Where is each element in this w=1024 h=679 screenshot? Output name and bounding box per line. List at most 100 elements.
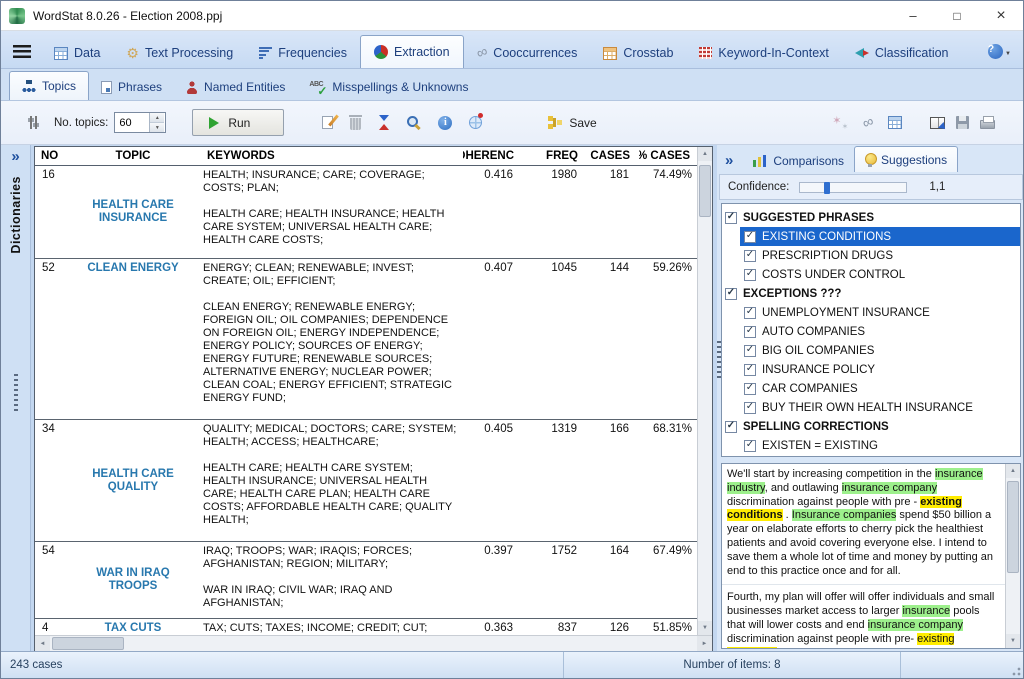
checkbox[interactable] [725, 212, 737, 224]
scroll-left-icon[interactable]: ◄ [35, 636, 50, 651]
edit-icon[interactable] [322, 116, 333, 129]
collapse-icon[interactable] [11, 148, 19, 166]
hamburger-icon[interactable] [13, 45, 31, 58]
tree-item-buy-their-own-health-insurance[interactable]: BUY THEIR OWN HEALTH INSURANCE [740, 398, 1020, 417]
column-header-cases[interactable]: % CASES [639, 150, 699, 162]
tree-item-suggested-phrases[interactable]: SUGGESTED PHRASES [722, 208, 1020, 227]
info-icon[interactable] [438, 116, 452, 130]
checkbox[interactable] [744, 383, 756, 395]
tree-item-big-oil-companies[interactable]: BIG OIL COMPANIES [740, 341, 1020, 360]
splitter-handle[interactable] [717, 341, 721, 379]
subtab-phrases[interactable]: Phrases [89, 74, 174, 100]
subtab-named-entities[interactable]: Named Entities [174, 74, 297, 100]
column-header-cases[interactable]: CASES [587, 150, 639, 162]
tab-extraction[interactable]: Extraction [360, 35, 464, 68]
search-document-icon[interactable] [407, 116, 421, 130]
table-vertical-scrollbar[interactable]: ▲ ▼ [697, 147, 712, 635]
tree-item-exceptions[interactable]: EXCEPTIONS ??? [722, 284, 1020, 303]
checkbox[interactable] [744, 402, 756, 414]
print-icon[interactable] [980, 116, 995, 129]
scrollbar-thumb[interactable] [699, 165, 711, 217]
table-row[interactable]: 54WAR IN IRAQ TROOPSIRAQ; TROOPS; WAR; I… [35, 542, 712, 619]
checkbox[interactable] [744, 345, 756, 357]
tree-item-costs-under-control[interactable]: COSTS UNDER CONTROL [740, 265, 1020, 284]
collapse-icon[interactable] [725, 152, 733, 170]
maximize-button[interactable] [935, 1, 979, 30]
tree-item-existing-conditions[interactable]: EXISTING CONDITIONS [740, 227, 1020, 246]
subtab-topics[interactable]: Topics [9, 71, 89, 100]
run-button[interactable]: Run [192, 109, 284, 136]
scroll-down-icon[interactable]: ▼ [698, 621, 712, 635]
checkbox[interactable] [725, 288, 737, 300]
minimize-button[interactable] [891, 1, 935, 30]
table-row[interactable]: 52CLEAN ENERGYENERGY; CLEAN; RENEWABLE; … [35, 259, 712, 420]
tree-item-insurance-policy[interactable]: INSURANCE POLICY [740, 360, 1020, 379]
globe-pin-icon[interactable] [469, 116, 482, 129]
checkbox[interactable] [744, 231, 756, 243]
spin-up-icon[interactable]: ▲ [150, 113, 164, 122]
scroll-up-icon[interactable]: ▲ [698, 147, 712, 161]
column-header-no[interactable]: NO [35, 150, 65, 162]
panel-tab-suggestions[interactable]: Suggestions [854, 146, 958, 172]
checkbox[interactable] [744, 326, 756, 338]
panel-tab-comparisons[interactable]: Comparisons [743, 150, 854, 172]
comparisons-chart-icon [753, 155, 767, 167]
settings-sliders-icon[interactable] [27, 116, 40, 129]
table-row[interactable]: 16HEALTH CARE INSURANCEHEALTH; INSURANCE… [35, 166, 712, 259]
subtab-misspellings-unknowns[interactable]: Misspellings & Unknowns [297, 74, 480, 100]
resize-grip[interactable] [1009, 664, 1021, 676]
topic-keywords: HEALTH; INSURANCE; CARE; COVERAGE; COSTS… [201, 166, 463, 258]
scrollbar-thumb[interactable] [52, 637, 124, 650]
tree-item-auto-companies[interactable]: AUTO COMPANIES [740, 322, 1020, 341]
checkbox[interactable] [744, 307, 756, 319]
column-header-topic[interactable]: TOPIC [65, 150, 201, 162]
spin-down-icon[interactable]: ▼ [150, 122, 164, 132]
scroll-up-icon[interactable]: ▲ [1006, 464, 1020, 478]
tree-item-car-companies[interactable]: CAR COMPANIES [740, 379, 1020, 398]
checkbox[interactable] [725, 421, 737, 433]
save-file-icon[interactable] [956, 116, 969, 129]
merge-icon[interactable] [378, 115, 390, 130]
checkbox[interactable] [744, 364, 756, 376]
table-horizontal-scrollbar[interactable]: ◄ ► [35, 635, 712, 651]
tree-item-unemployment-insurance[interactable]: UNEMPLOYMENT INSURANCE [740, 303, 1020, 322]
delete-icon[interactable] [350, 118, 361, 130]
table-header: NOTOPICKEYWORDSCOHERENCFREQCASES% CASES [35, 147, 712, 166]
tab-data[interactable]: Data [41, 38, 113, 68]
checkbox[interactable] [744, 269, 756, 281]
save-label: Save [569, 116, 596, 130]
link-icon[interactable] [863, 117, 874, 129]
export-report-icon[interactable] [930, 117, 945, 129]
slider-thumb[interactable] [824, 182, 830, 194]
tab-frequencies[interactable]: Frequencies [246, 38, 360, 68]
scroll-right-icon[interactable]: ► [697, 636, 712, 651]
preview-scrollbar[interactable]: ▲ ▼ [1005, 464, 1020, 648]
tab-crosstab[interactable]: Crosstab [590, 38, 686, 68]
splitter-handle[interactable] [14, 374, 18, 412]
tab-classification[interactable]: Classification [842, 38, 962, 68]
column-header-coherenc[interactable]: COHERENC [463, 150, 523, 162]
checkbox[interactable] [744, 250, 756, 262]
sparkles-icon[interactable] [832, 116, 849, 130]
tab-cooccurrences[interactable]: Cooccurrences [464, 38, 591, 68]
close-button[interactable] [979, 1, 1023, 30]
tree-item-existen-existing[interactable]: EXISTEN = EXISTING [740, 436, 1020, 455]
checkbox[interactable] [744, 440, 756, 452]
column-header-freq[interactable]: FREQ [523, 150, 587, 162]
save-button[interactable]: Save [548, 116, 596, 130]
tab-keyword-in-context[interactable]: Keyword-In-Context [686, 38, 841, 68]
no-topics-input[interactable] [115, 113, 149, 132]
scrollbar-thumb[interactable] [1007, 481, 1019, 573]
confidence-slider[interactable] [799, 182, 907, 193]
table-row[interactable]: 34HEALTH CARE QUALITYQUALITY; MEDICAL; D… [35, 420, 712, 542]
tab-text-processing[interactable]: Text Processing [113, 38, 246, 68]
no-topics-stepper[interactable]: ▲ ▼ [114, 112, 166, 133]
tree-item-spelling-corrections[interactable]: SPELLING CORRECTIONS [722, 417, 1020, 436]
suggested-phrases-tree: SUGGESTED PHRASESEXISTING CONDITIONSPRES… [721, 203, 1021, 457]
tree-item-prescription-drugs[interactable]: PRESCRIPTION DRUGS [740, 246, 1020, 265]
column-header-keywords[interactable]: KEYWORDS [201, 150, 463, 162]
grid-icon[interactable] [888, 116, 902, 129]
help-button[interactable] [988, 42, 1011, 60]
scroll-down-icon[interactable]: ▼ [1006, 634, 1020, 648]
freq-value: 1752 [523, 542, 587, 618]
